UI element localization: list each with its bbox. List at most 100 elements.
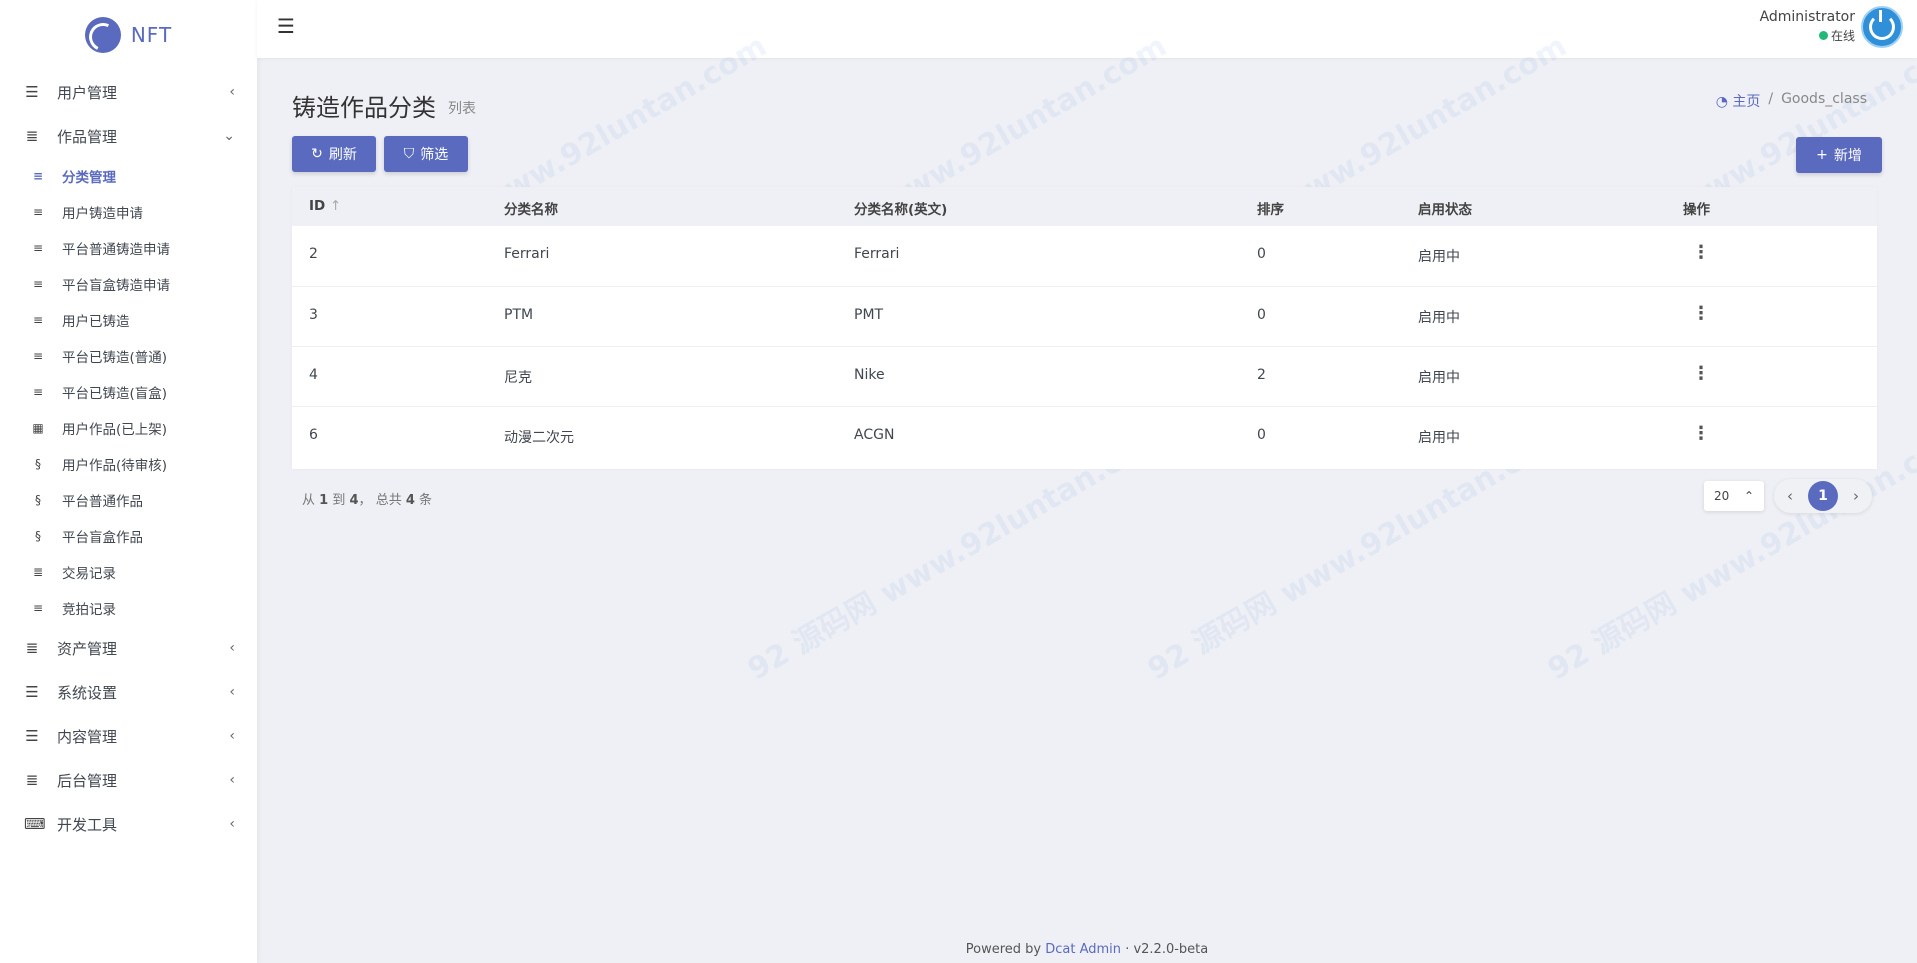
dcat-admin-link[interactable]: Dcat Admin [1045,942,1121,957]
cell-id: 4 [309,367,318,383]
sidebar-item-auction-records[interactable]: ≡ 竞拍记录 [0,590,257,626]
filter-button[interactable]: ⛉ 筛选 [384,136,468,172]
sidebar-item-user-mint-apply[interactable]: ≡ 用户铸造申请 [0,194,257,230]
sidebar-item-label: 平台已铸造(盲盒) [62,386,168,402]
page-button-current[interactable]: 1 [1808,481,1838,511]
column-header-id[interactable]: ID ↑ [309,198,341,214]
more-vertical-icon[interactable]: ⋮ [1692,303,1710,324]
sidebar-item-label: 系统设置 [57,683,118,702]
cell-order: 2 [1257,367,1266,383]
refresh-button[interactable]: ↻ 刷新 [292,136,376,172]
cell-status: 启用中 [1418,430,1460,446]
sidebar-item-content-management[interactable]: ☰ 内容管理 ‹ [0,714,257,758]
total-value: 4 [405,493,415,508]
cell-name-en: ACGN [854,427,895,443]
from-label: 从 [302,493,316,508]
fingerprint-icon: § [35,493,41,507]
sidebar-item-platform-normal-mint-apply[interactable]: ≡ 平台普通铸造申请 [0,230,257,266]
sidebar-item-label: 用户铸造申请 [62,206,143,222]
sidebar-item-platform-minted-blindbox[interactable]: ≡ 平台已铸造(盲盒) [0,374,257,410]
sidebar-item-platform-blindbox-mint-apply[interactable]: ≡ 平台盲盒铸造申请 [0,266,257,302]
fingerprint-icon: § [35,529,41,543]
sidebar-item-works-management[interactable]: ≣ 作品管理 ⌄ [0,114,257,158]
cell-id: 2 [309,246,318,262]
align-left-icon: ≡ [32,313,44,327]
cell-status: 启用中 [1418,370,1460,386]
align-left-icon: ≡ [32,205,44,219]
fingerprint-icon: § [35,457,41,471]
cell-order: 0 [1257,246,1266,262]
sidebar-item-label: 用户已铸造 [62,314,130,330]
list-icon: ≣ [25,771,39,789]
sidebar-item-asset-management[interactable]: ≣ 资产管理 ‹ [0,626,257,670]
refresh-icon: ↻ [311,146,323,162]
filter-icon: ⛉ [403,146,415,162]
sidebar-item-category-management[interactable]: ≡ 分类管理 [0,158,257,194]
main-content: 92 源码网 www.92luntan.com 92 源码网 www.92lun… [257,29,1917,963]
top-navbar: ☰ Administrator 在线 [257,0,1917,58]
more-vertical-icon[interactable]: ⋮ [1692,363,1710,384]
align-left-icon: ≡ [32,601,44,615]
pagination: ‹ 1 › [1774,479,1872,513]
table-header: ID ↑ 分类名称 分类名称(英文) 排序 启用状态 操作 [292,187,1877,226]
sidebar-item-admin-management[interactable]: ≣ 后台管理 ‹ [0,758,257,802]
chevron-left-icon: ‹ [229,816,235,832]
sidebar-item-label: 后台管理 [57,771,118,790]
avatar[interactable] [1861,6,1903,48]
sidebar-item-platform-blindbox-works[interactable]: § 平台盲盒作品 [0,518,257,554]
user-name: Administrator [1759,9,1855,25]
sidebar-item-label: 用户管理 [57,83,118,102]
chevron-left-icon: ‹ [229,640,235,656]
sidebar-item-trade-records[interactable]: ≣ 交易记录 [0,554,257,590]
grid-icon: ▦ [32,421,44,435]
sidebar-item-label: 用户作品(待审核) [62,458,168,474]
breadcrumb-separator: / [1768,91,1774,107]
breadcrumb: ◔ 主页 / Goods_class [1716,91,1867,111]
sidebar-item-label: 平台已铸造(普通) [62,350,168,366]
more-vertical-icon[interactable]: ⋮ [1692,423,1710,444]
prev-page-icon[interactable]: ‹ [1780,487,1800,505]
cell-status: 启用中 [1418,249,1460,265]
cell-name: 尼克 [504,370,532,386]
sidebar-item-platform-minted-normal[interactable]: ≡ 平台已铸造(普通) [0,338,257,374]
menu-toggle-icon[interactable]: ☰ [277,14,295,38]
sidebar-item-user-management[interactable]: ☰ 用户管理 ‹ [0,70,257,114]
sidebar-item-label: 开发工具 [57,815,118,834]
powered-by-label: Powered by [965,942,1042,957]
list-icon: ≣ [32,565,44,579]
breadcrumb-home[interactable]: ◔ 主页 [1716,91,1761,111]
cell-id: 6 [309,427,318,443]
per-page-select[interactable]: 20 ⌃ [1704,481,1764,511]
sidebar-item-user-works-pending[interactable]: § 用户作品(待审核) [0,446,257,482]
list-icon: ≣ [25,127,39,145]
create-button[interactable]: + 新增 [1796,137,1882,173]
sidebar-item-user-minted[interactable]: ≡ 用户已铸造 [0,302,257,338]
sidebar-item-label: 用户作品(已上架) [62,422,168,438]
sidebar-item-label: 平台盲盒作品 [62,530,143,546]
next-page-icon[interactable]: › [1846,487,1866,505]
cell-name: 动漫二次元 [504,430,574,446]
table-row: 6 动漫二次元 ACGN 0 启用中 ⋮ [292,406,1877,466]
more-vertical-icon[interactable]: ⋮ [1692,242,1710,263]
online-dot-icon [1818,31,1828,40]
align-left-icon: ≡ [32,277,44,291]
pagination-summary: 从 1 到 4， 总共 4 条 [302,489,432,508]
sidebar: NFT ☰ 用户管理 ‹ ≣ 作品管理 ⌄ ≡ 分类管理 ≡ 用户铸造申请 ≡ … [0,0,257,963]
column-header-label: ID [309,198,326,214]
column-header-status: 启用状态 [1418,202,1472,218]
per-page-value: 20 [1714,489,1730,503]
brand[interactable]: NFT [0,0,257,70]
to-value: 4 [349,493,359,508]
cell-name-en: Ferrari [854,246,900,262]
align-left-icon: ≡ [32,349,44,363]
sidebar-item-system-settings[interactable]: ☰ 系统设置 ‹ [0,670,257,714]
footer: Powered by Dcat Admin · v2.2.0-beta [257,942,1917,957]
user-menu[interactable]: Administrator 在线 [1760,9,1855,44]
chevron-left-icon: ‹ [229,684,235,700]
version-label: v2.2.0-beta [1133,942,1209,957]
sidebar-item-label: 分类管理 [62,170,116,186]
sidebar-item-user-works-listed[interactable]: ▦ 用户作品(已上架) [0,410,257,446]
sidebar-item-platform-normal-works[interactable]: § 平台普通作品 [0,482,257,518]
table-row: 4 尼克 Nike 2 启用中 ⋮ [292,346,1877,406]
sidebar-item-dev-tools[interactable]: ⌨ 开发工具 ‹ [0,802,257,846]
